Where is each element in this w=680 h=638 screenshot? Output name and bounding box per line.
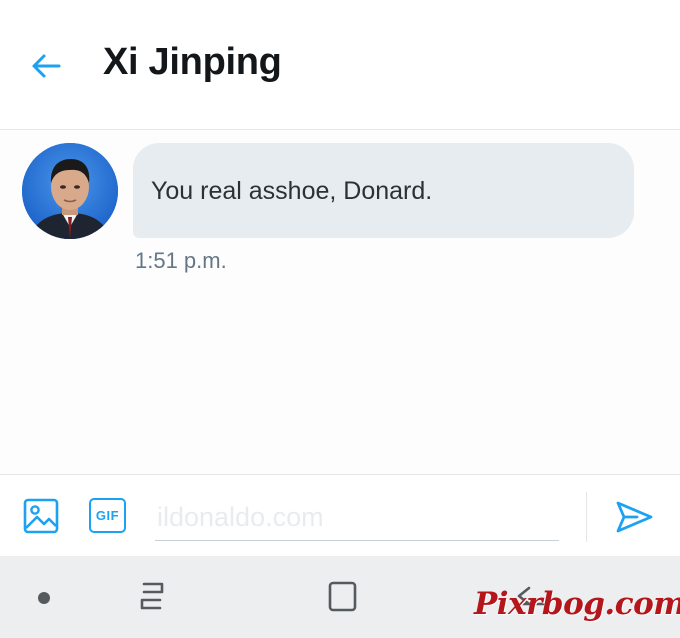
- message-text: You real asshoe, Donard.: [151, 177, 433, 205]
- avatar-portrait: [22, 143, 118, 239]
- message-thread: You real asshoe, Donard. 1:51 p.m.: [0, 131, 680, 474]
- composer-divider: [586, 492, 587, 542]
- message-bubble[interactable]: You real asshoe, Donard.: [133, 143, 634, 238]
- send-button[interactable]: [612, 497, 656, 537]
- arrow-left-icon: [32, 54, 61, 78]
- image-icon: [23, 498, 59, 534]
- recents-icon[interactable]: [134, 578, 170, 614]
- home-icon[interactable]: [325, 578, 359, 614]
- page-title: Xi Jinping: [103, 41, 282, 83]
- watermark: Pixrbog.com: [474, 586, 680, 622]
- dot-icon[interactable]: [38, 592, 50, 604]
- add-photo-button[interactable]: [22, 497, 60, 535]
- gif-label: GIF: [95, 508, 120, 523]
- system-navigation-bar: Pixrbog.com: [0, 556, 680, 638]
- conversation-header: Xi Jinping: [0, 0, 680, 130]
- contact-avatar[interactable]: [22, 143, 118, 239]
- message-composer: GIF: [0, 474, 680, 556]
- message-timestamp: 1:51 p.m.: [135, 248, 227, 273]
- message-input[interactable]: [155, 495, 559, 541]
- send-icon: [616, 501, 653, 533]
- add-gif-button[interactable]: GIF: [89, 498, 126, 533]
- back-button[interactable]: [22, 44, 70, 88]
